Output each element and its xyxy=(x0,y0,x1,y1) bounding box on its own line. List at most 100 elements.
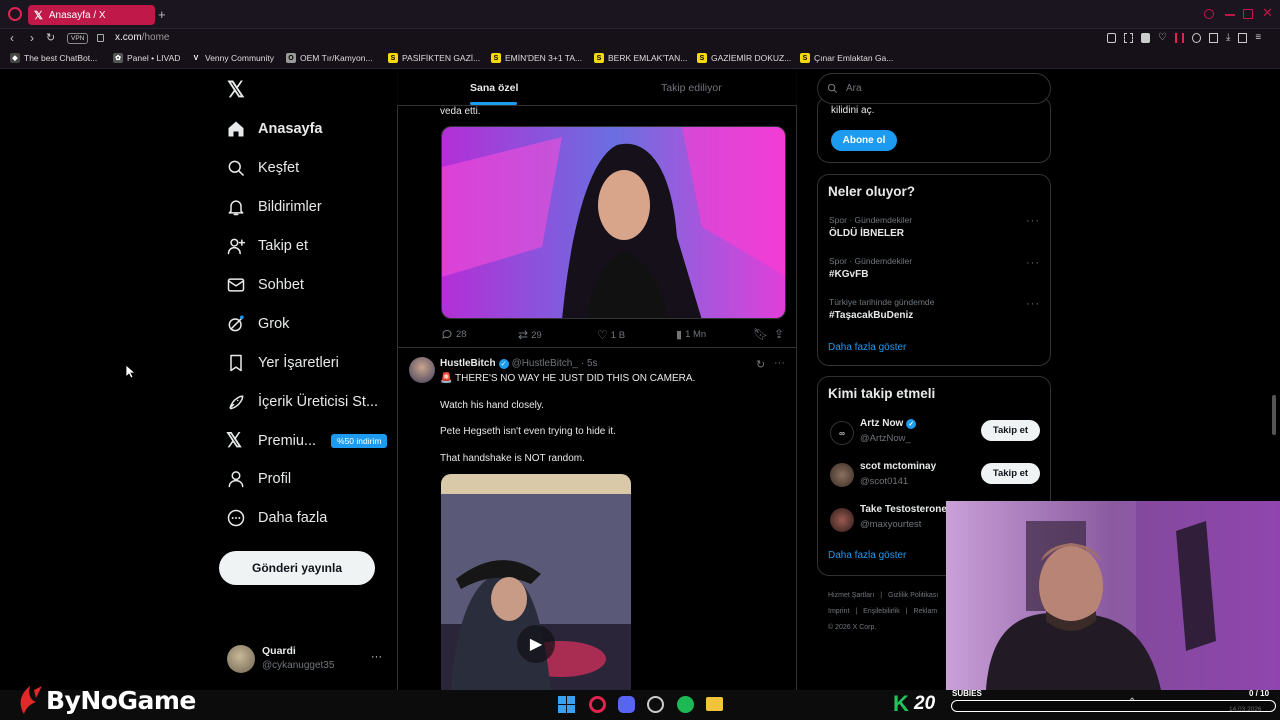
windows-start-icon[interactable] xyxy=(558,696,575,713)
bookmark-item[interactable]: S GAZİEMİR DOKUZ... xyxy=(697,53,791,63)
trend-tag[interactable]: ÖLDÜ İBNELER xyxy=(829,228,904,239)
nav-home[interactable]: Anasayfa xyxy=(226,119,322,139)
bookmark-item[interactable]: S EMİN'DEN 3+1 TA... xyxy=(491,53,582,63)
pin-icon[interactable] xyxy=(1107,33,1116,43)
nav-profile[interactable]: Profil xyxy=(226,469,291,489)
bookmark-item[interactable]: ✿ Panel • LIVAD xyxy=(113,53,180,63)
bookmark-button[interactable]: 🔖︎ xyxy=(753,327,768,341)
author-name[interactable]: HustleBitch xyxy=(440,358,496,369)
bookmark-item[interactable]: O OEM Tır/Kamyon... xyxy=(286,53,373,63)
views-button[interactable]: ▮ 1 Mn xyxy=(676,328,706,341)
avatar[interactable] xyxy=(227,645,255,673)
grok-analyze-icon[interactable]: ↻ xyxy=(756,358,765,371)
nav-follow[interactable]: Takip et xyxy=(226,236,308,256)
trends-title: Neler oluyor? xyxy=(828,184,916,199)
discord-icon[interactable] xyxy=(618,696,635,713)
nav-more[interactable]: Daha fazla xyxy=(226,508,327,528)
search-input[interactable]: Ara xyxy=(817,73,1051,104)
account-more-button[interactable]: ··· xyxy=(371,651,382,663)
tab-following[interactable]: Takip ediliyor xyxy=(661,82,722,94)
avatar[interactable] xyxy=(830,508,854,532)
obs-icon[interactable] xyxy=(647,696,664,713)
footer-link[interactable]: Gizlilik Politikası xyxy=(888,592,938,599)
tweet-text: 🚨 THERE'S NO WAY HE JUST DID THIS ON CAM… xyxy=(440,373,696,384)
footer-link[interactable]: Erişilebilirlik xyxy=(863,608,900,615)
footer-link[interactable]: Hizmet Şartları xyxy=(828,592,874,599)
reply-button[interactable]: 28 xyxy=(441,328,467,340)
page-scrollbar[interactable] xyxy=(1272,395,1276,435)
reload-icon[interactable]: ↻ xyxy=(46,31,55,44)
trend-tag[interactable]: #KGvFB xyxy=(829,269,868,280)
bookmark-item[interactable]: V Venny Community xyxy=(191,53,274,63)
retweet-button[interactable]: ⇄ 29 xyxy=(518,328,542,342)
suggested-user-name[interactable]: Take Testosterone xyxy=(860,504,947,515)
bookmark-item[interactable]: ◆ The best ChatBot... xyxy=(10,53,97,63)
tweet-video[interactable]: ▶ xyxy=(441,474,631,690)
tab-for-you[interactable]: Sana özel xyxy=(470,82,518,94)
url-field[interactable]: x.com/home xyxy=(115,32,169,43)
nav-chat[interactable]: Sohbet xyxy=(226,275,304,295)
tweet-more-button[interactable]: ··· xyxy=(774,357,785,369)
like-button[interactable]: ♡ 1 B xyxy=(597,328,625,342)
footer-link[interactable]: Imprint xyxy=(828,608,849,615)
suggested-user-name[interactable]: Artz Now ✓ xyxy=(860,418,917,429)
trend-more-button[interactable]: ··· xyxy=(1026,215,1040,227)
bookmark-item[interactable]: S Çınar Emlaktan Ga... xyxy=(800,53,893,63)
browser-tab[interactable]: 𝕏 Anasayfa / X xyxy=(28,5,155,25)
heart-icon[interactable]: ♡ xyxy=(1158,33,1167,45)
grok-icon xyxy=(228,315,244,332)
file-explorer-icon[interactable] xyxy=(706,697,723,711)
spotify-icon[interactable] xyxy=(677,696,694,713)
search-icon xyxy=(827,83,838,94)
trend-more-button[interactable]: ··· xyxy=(1026,298,1040,310)
new-tab-button[interactable]: + xyxy=(158,7,166,22)
nav-grok[interactable]: Grok xyxy=(226,314,289,334)
post-button[interactable]: Gönderi yayınla xyxy=(219,551,375,585)
follow-button[interactable]: Takip et xyxy=(981,420,1040,441)
footer-link[interactable]: Reklam xyxy=(913,608,937,615)
suggested-user-name[interactable]: scot mctominay xyxy=(860,461,936,472)
account-name[interactable]: Quardi xyxy=(262,645,296,657)
nav-notifications[interactable]: Bildirimler xyxy=(226,197,322,217)
vpn-badge[interactable]: VPN xyxy=(67,33,89,44)
nav-bookmarks[interactable]: Yer İşaretleri xyxy=(226,353,339,373)
tweet-image[interactable] xyxy=(441,126,786,319)
avatar[interactable] xyxy=(409,357,435,383)
forward-icon[interactable]: › xyxy=(30,31,34,45)
search-tabs-icon[interactable] xyxy=(1204,9,1214,19)
download-icon[interactable]: ⤓ xyxy=(1226,33,1230,45)
close-icon[interactable]: ✕ xyxy=(1262,5,1273,21)
follow-button[interactable]: Takip et xyxy=(981,463,1040,484)
minimize-icon[interactable] xyxy=(1225,14,1235,16)
bookmark-item[interactable]: S BERK EMLAK'TAN... xyxy=(594,53,687,63)
trend-tag[interactable]: #TaşacakBuDeniz xyxy=(829,310,913,321)
tweet-time[interactable]: · 5s xyxy=(581,358,598,369)
nav-explore[interactable]: Keşfet xyxy=(226,158,299,178)
bookmark-item[interactable]: S PASİFİKTEN GAZİ... xyxy=(388,53,480,63)
nav-premium[interactable]: 𝕏 Premiu... %50 indirim xyxy=(226,431,388,451)
shield-icon[interactable] xyxy=(1141,33,1150,43)
share-icon[interactable]: ⇪ xyxy=(774,327,784,341)
author-handle[interactable]: @HustleBitch_ xyxy=(512,358,578,369)
opera-taskbar-icon[interactable] xyxy=(589,696,606,713)
back-icon[interactable]: ‹ xyxy=(10,31,14,45)
easy-setup-icon[interactable] xyxy=(1238,33,1248,43)
who-show-more-link[interactable]: Daha fazla göster xyxy=(828,550,906,561)
opera-icon[interactable] xyxy=(8,7,22,21)
extensions-icon[interactable] xyxy=(1191,33,1201,43)
x-home-logo-icon[interactable]: 𝕏 xyxy=(227,79,247,101)
avatar[interactable]: ∞ xyxy=(830,421,854,445)
opera-sidebar-icon[interactable] xyxy=(1174,33,1184,43)
avatar[interactable] xyxy=(830,463,854,487)
maximize-icon[interactable] xyxy=(1243,9,1253,19)
nav-creator-studio[interactable]: İçerik Üreticisi St... xyxy=(226,392,378,412)
search-placeholder: Ara xyxy=(846,83,862,94)
play-icon[interactable]: ▶ xyxy=(517,625,555,663)
trends-show-more-link[interactable]: Daha fazla göster xyxy=(828,342,906,353)
snapshot-icon[interactable] xyxy=(1124,33,1133,43)
wallet-icon[interactable] xyxy=(1208,33,1218,43)
retweet-icon: ⇄ xyxy=(518,328,529,342)
trend-more-button[interactable]: ··· xyxy=(1026,257,1040,269)
menu-icon[interactable]: ≡ xyxy=(1255,33,1261,45)
subscribe-button[interactable]: Abone ol xyxy=(831,130,897,151)
